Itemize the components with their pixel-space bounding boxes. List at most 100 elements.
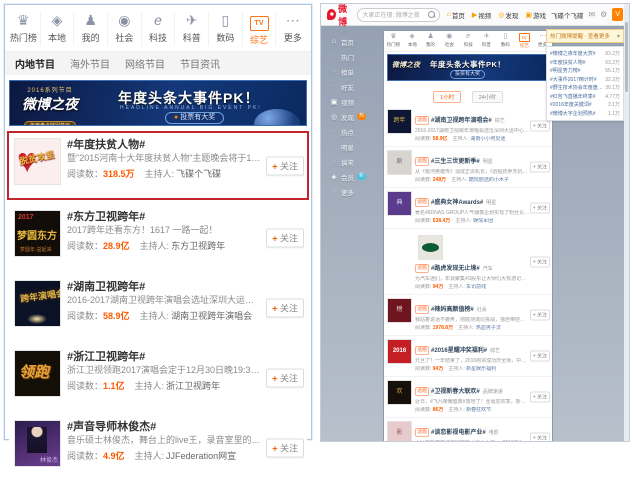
scrollbar-thumb[interactable]: [625, 22, 628, 92]
nav-tech[interactable]: e科技: [141, 12, 175, 46]
nav-variety-active[interactable]: TV综艺: [242, 12, 276, 46]
topic-title[interactable]: #辣妈高颜值榜#: [431, 307, 474, 313]
subtab-news[interactable]: 节目资讯: [180, 56, 220, 71]
follow-button[interactable]: + 关注: [530, 433, 550, 443]
follow-button[interactable]: + 关注: [266, 368, 304, 387]
feed-row[interactable]: 榜 话题#辣妈高颜值榜#社会 我站着说话不腰疼，彻底测谎仪挑战，独自带娃的八卦 …: [384, 295, 552, 336]
topic-title[interactable]: #路虎发现无止境#: [431, 266, 480, 272]
topbar-video[interactable]: ▶视频: [472, 10, 491, 20]
tab-1hour[interactable]: 1小时: [433, 91, 461, 103]
topic-title[interactable]: #卫视新春大联欢#: [431, 389, 480, 395]
follow-button[interactable]: + 关注: [530, 392, 550, 403]
follow-button[interactable]: + 关注: [266, 438, 304, 457]
topbar-discover[interactable]: ◎发现: [498, 10, 518, 20]
follow-button[interactable]: + 关注: [530, 162, 550, 173]
topic-title[interactable]: #盛典女神Awards#: [431, 200, 483, 206]
mini-nav-hot-rank[interactable]: ♛热门榜: [384, 33, 403, 49]
nav-local[interactable]: ◈本地: [40, 12, 74, 46]
sidebar-item-stars[interactable]: ·明星: [330, 139, 380, 154]
trending-item[interactable]: #微博之夜年度大赏#83.2万: [550, 50, 620, 59]
feed-row[interactable]: 2016 话题#2016星耀冲奖福利#综艺 元旦了！一年结束了，2016购票成功…: [384, 336, 552, 377]
mini-nav-variety-active[interactable]: TV综艺: [515, 33, 534, 49]
gear-icon[interactable]: ⚙: [600, 10, 607, 19]
feed-row[interactable]: 影 话题#谈恋影视电影产业#电影 人民日报发文谈中国电影「三十而立」，2016年…: [384, 418, 552, 442]
vote-button[interactable]: ●投票有大奖: [165, 112, 224, 124]
topic-title[interactable]: #三生三世更新季#: [431, 159, 480, 165]
scrollbar[interactable]: [624, 4, 629, 441]
list-item[interactable]: 林俊杰 #声音导师林俊杰# 音乐硕士林俊杰，舞台上的live王，录音室里的优秀制…: [9, 415, 307, 480]
sidebar-item-home[interactable]: ⌂首页: [330, 34, 380, 49]
sidebar-item-member[interactable]: ◈会员新: [330, 169, 380, 184]
trending-item[interactable]: #大事件2017倒计时#32.3万: [550, 76, 620, 85]
weibo-logo[interactable]: 微博: [327, 3, 352, 28]
tab-24hour[interactable]: 24小时: [472, 91, 503, 103]
sidebar-item-video[interactable]: ▣视频: [330, 94, 380, 109]
sidebar-item-hot[interactable]: ·热门: [330, 49, 380, 64]
nav-science[interactable]: ✈科普: [174, 12, 208, 46]
topic-title[interactable]: #湖南卫视跨年#: [67, 280, 261, 294]
topbar-games[interactable]: ▣游戏: [525, 10, 546, 20]
follow-button[interactable]: + 关注: [266, 298, 304, 317]
topic-title[interactable]: #声音导师林俊杰#: [67, 420, 261, 434]
mini-nav-society[interactable]: ◉社会: [440, 33, 459, 49]
follow-button[interactable]: + 关注: [530, 310, 550, 321]
feed-row[interactable]: 跨年 话题#湖南卫视跨年演唱会#综艺 2016-2017湖南卫视跨年演唱会选址深…: [384, 106, 552, 147]
sidebar-item-friends[interactable]: ·好友: [330, 79, 380, 94]
list-item[interactable]: 2017梦圆东方梦圆年·益起来 #东方卫视跨年# 2017跨年还看东方！1617…: [9, 205, 307, 270]
trending-item[interactable]: #微博大字企划预热#1.1万: [550, 110, 620, 119]
mini-nav-tech[interactable]: e科技: [459, 33, 478, 49]
username-link[interactable]: 飞碟个飞碟: [551, 10, 584, 20]
follow-button[interactable]: + 关注: [530, 203, 550, 214]
topic-title[interactable]: #东方卫视跨年#: [67, 210, 261, 224]
mini-nav-local[interactable]: ◈本地: [403, 33, 422, 49]
mini-nav-digital[interactable]: ▯数码: [496, 33, 515, 49]
subtab-mainland[interactable]: 内地节目: [15, 56, 55, 71]
follow-button[interactable]: + 关注: [530, 121, 550, 132]
topic-title[interactable]: #2016星耀冲奖福利#: [431, 348, 487, 354]
trending-item[interactable]: #年度扶贫人物#63.2万: [550, 59, 620, 68]
search-icon[interactable]: [428, 11, 435, 18]
nav-digital[interactable]: ▯数码: [208, 12, 242, 46]
trending-item[interactable]: #野生技术协会年度盘点#30.1万: [550, 84, 620, 93]
topic-title[interactable]: #湖南卫视跨年演唱会#: [431, 118, 492, 124]
mail-icon[interactable]: ✉: [588, 10, 595, 19]
nav-more[interactable]: ⋯更多: [275, 12, 309, 46]
sidebar-item-funny[interactable]: ·搞笑: [330, 154, 380, 169]
sidebar-item-more[interactable]: ·更多: [330, 184, 380, 199]
weibo-night-banner-small[interactable]: 微博之夜 年度头条大事件PK！ 投票有大奖: [387, 54, 549, 81]
mini-nav-science[interactable]: ✈科普: [477, 33, 496, 49]
subtab-overseas[interactable]: 海外节目: [70, 56, 110, 71]
nav-society[interactable]: ◉社会: [107, 12, 141, 46]
feed-row[interactable]: 典 话题#盛典女神Awards#明星 著名48DNAS GROUP人气偶像企划实…: [384, 188, 552, 229]
nav-mine[interactable]: ♟我的: [73, 12, 107, 46]
sidebar-item-trend[interactable]: ·热点: [330, 124, 380, 139]
topic-title[interactable]: #谈恋影视电影产业#: [431, 430, 486, 436]
follow-button[interactable]: + 关注: [266, 228, 304, 247]
trending-item[interactable]: #2016年度关键词#3.1万: [550, 101, 620, 110]
weibo-night-banner[interactable]: 2016系列节目 微博之夜 年度盘点特别节目 年度头条大事件PK！ HEADLI…: [9, 80, 307, 126]
chevron-down-icon[interactable]: ▾: [617, 33, 620, 40]
notification-tooltip[interactable]: 热门微博提醒 · 查看更多▾: [546, 29, 624, 43]
list-item[interactable]: 领跑 #浙江卫视跨年# 浙江卫视领跑2017演唱会定于12月30日晚19:30电…: [9, 345, 307, 410]
sidebar-item-discover[interactable]: ◎发现热: [330, 109, 380, 124]
feed-row[interactable]: 话题#路虎发现无止境#汽车 为汽车迷们，年会聚集4S股东让大师们大有游记，闭店上…: [384, 229, 552, 295]
trending-item[interactable]: #红包飞直播年终季#4.77万: [550, 93, 620, 102]
topbar-home[interactable]: ⌂首页: [447, 10, 465, 20]
vote-button-small[interactable]: 投票有大奖: [450, 70, 485, 79]
subtab-web[interactable]: 网络节目: [125, 56, 165, 71]
list-item[interactable]: 跨年演唱会 #湖南卫视跨年# 2016-2017湖南卫视跨年演唱会选址深圳大运中…: [9, 275, 307, 340]
trending-item[interactable]: #明星势力榜#55.1万: [550, 67, 620, 76]
topic-title[interactable]: #浙江卫视跨年#: [67, 350, 261, 364]
topic-title[interactable]: #年度扶贫人物#: [67, 138, 261, 152]
vip-icon[interactable]: V: [612, 8, 623, 21]
feed-row[interactable]: 欢 话题#卫视新春大联欢#品牌速递 近日，#飞凡荣耀盛典#落地了！圣诞狂欢季，新…: [384, 377, 552, 418]
follow-button[interactable]: + 关注: [266, 156, 304, 175]
feed-row[interactable]: 剧 话题#三生三世更新季#明星 从《银河英雄传》混成正派机长，《远程抚养天机》混…: [384, 147, 552, 188]
mini-nav-mine[interactable]: ♟我的: [421, 33, 440, 49]
follow-button[interactable]: + 关注: [530, 351, 550, 362]
list-item-highlighted[interactable]: ♥脱贫攻坚 #年度扶贫人物# 暨"2015河南十大年度扶贫人物"主题晚会将于12…: [7, 131, 309, 200]
nav-hot-rank[interactable]: ♛热门榜: [7, 12, 40, 46]
search-input[interactable]: 大家正在搜: 微博之夜: [357, 8, 439, 22]
sidebar-item-rank[interactable]: ·榜单: [330, 64, 380, 79]
follow-button[interactable]: + 关注: [530, 256, 550, 267]
